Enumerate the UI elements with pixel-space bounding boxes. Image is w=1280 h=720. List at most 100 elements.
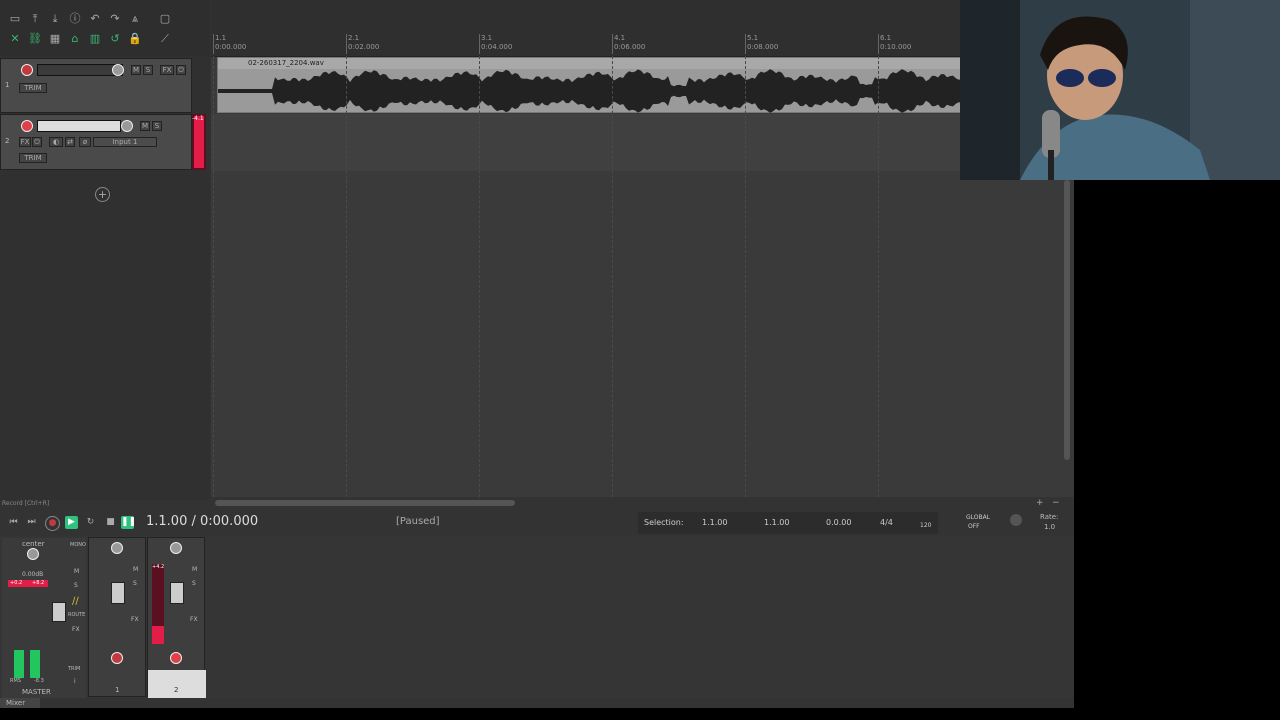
track-name-field[interactable] (37, 64, 123, 76)
selection-start[interactable]: 1.1.00 (702, 518, 727, 527)
mute-button[interactable]: M (131, 65, 141, 75)
fx-button[interactable]: FX (19, 137, 31, 147)
new-project-icon[interactable]: ▭ (8, 12, 22, 26)
master-mono-button[interactable]: MONO (70, 542, 86, 548)
ruler-tick (878, 34, 879, 54)
trim-button[interactable]: TRIM (19, 153, 47, 163)
loop-icon[interactable]: ↺ (108, 32, 122, 46)
mixer-tab[interactable]: Mixer (0, 698, 40, 708)
fx-button[interactable]: FX (160, 65, 174, 75)
bpm-value[interactable]: 120 (920, 522, 931, 529)
ruler-bar-label: 2.1 (348, 34, 360, 42)
master-fx-button[interactable]: FX (72, 626, 80, 633)
ruler-bar-label: 6.1 (880, 34, 892, 42)
selection-length[interactable]: 0.0.00 (826, 518, 851, 527)
strip-number: 2 (174, 686, 179, 694)
master-route-button[interactable]: ROUTE (68, 612, 85, 618)
time-signature[interactable]: 4/4 (880, 518, 893, 527)
solo-button[interactable]: S (152, 121, 162, 131)
lock-icon[interactable]: 🔒 (128, 32, 142, 46)
crossfade-icon[interactable]: ▥ (88, 32, 102, 46)
solo-button[interactable]: S (133, 580, 137, 587)
open-project-icon[interactable]: ⤒ (28, 12, 42, 26)
arrange-view[interactable]: 1.1 0:00.000 2.1 0:02.000 3.1 0:04.000 4.1 0:06… (211, 0, 1074, 497)
grid-icon[interactable]: ▢ (158, 12, 172, 26)
volume-knob[interactable] (112, 64, 124, 76)
selection-end[interactable]: 1.1.00 (764, 518, 789, 527)
ruler-bar-label: 4.1 (614, 34, 626, 42)
global-automation[interactable]: GLOBAL OFF (962, 512, 1000, 532)
stop-button[interactable]: ■ (104, 516, 117, 529)
position-display[interactable]: 1.1.00 / 0:00.000 (146, 514, 258, 529)
pause-button[interactable]: ❚❚ (121, 516, 136, 529)
track-2-header[interactable]: M S FX ⏻ ◐ ⇄ ø Input 1 2 TRIM (0, 114, 192, 170)
redo-icon[interactable]: ↷ (108, 12, 122, 26)
master-pan-label: center (22, 540, 45, 548)
solo-button[interactable]: S (143, 65, 153, 75)
pan-knob[interactable] (111, 542, 123, 554)
rate-knob[interactable] (1010, 514, 1022, 526)
go-to-end-icon[interactable]: ⏭ (25, 516, 38, 529)
pan-knob[interactable] (170, 542, 182, 554)
undo-icon[interactable]: ↶ (88, 12, 102, 26)
master-mute-button[interactable]: M (74, 568, 79, 575)
phase-icon[interactable]: ø (79, 137, 91, 147)
item-grouping-icon[interactable]: ⛓ (28, 32, 42, 46)
master-strip: center 0.00dB +0.2 +8.2 MONO M S ∕∕ ROUT… (2, 538, 86, 698)
routing-icon[interactable]: ⇄ (65, 137, 75, 147)
master-peak-indicator: +0.2 +8.2 (8, 580, 48, 587)
solo-button[interactable]: S (192, 580, 196, 587)
volume-fader[interactable] (111, 582, 125, 604)
ruler-bar-label: 5.1 (747, 34, 759, 42)
vertical-scrollbar[interactable] (1064, 180, 1070, 460)
record-arm-button[interactable] (111, 652, 123, 664)
ruler-time-label: 0:06.000 (614, 43, 646, 51)
rate-value[interactable]: 1.0 (1044, 523, 1055, 531)
volume-knob[interactable] (121, 120, 133, 132)
power-icon[interactable]: ⏻ (32, 137, 42, 147)
project-settings-icon[interactable]: ⓘ (68, 12, 82, 26)
track-1-header[interactable]: M S FX ⏻ 1 TRIM (0, 58, 192, 113)
power-icon[interactable]: ⏻ (176, 65, 186, 75)
repeat-icon[interactable]: ↻ (84, 516, 97, 529)
razor-tool-icon[interactable]: ⟋ (158, 32, 172, 46)
master-trim-button[interactable]: TRIM (68, 666, 80, 672)
monitor-icon[interactable]: ◐ (49, 137, 63, 147)
ripple-edit-icon[interactable]: ✕ (8, 32, 22, 46)
record-arm-button[interactable] (21, 64, 33, 76)
zoom-in-icon[interactable]: + (1036, 498, 1044, 508)
go-to-start-icon[interactable]: ⏮ (7, 516, 20, 529)
horizontal-scrollbar[interactable] (215, 500, 515, 506)
save-project-icon[interactable]: ⤓ (48, 12, 62, 26)
master-automation-icon[interactable]: ∕∕ (72, 596, 82, 608)
input-select[interactable]: Input 1 (93, 137, 157, 147)
track-2-meter: -4.1 (192, 114, 206, 170)
selection-display: Selection: 1.1.00 1.1.00 0.0.00 4/4 120 (638, 512, 938, 534)
mute-button[interactable]: M (133, 566, 138, 573)
metronome-icon[interactable]: ⩓ (128, 12, 142, 26)
trim-button[interactable]: TRIM (19, 83, 47, 93)
master-info-icon[interactable]: i (74, 678, 76, 685)
mute-button[interactable]: M (140, 121, 150, 131)
zoom-out-icon[interactable]: − (1052, 498, 1060, 508)
master-pan-knob[interactable] (27, 548, 39, 560)
meter-level (152, 626, 164, 644)
add-track-icon[interactable]: + (95, 187, 110, 202)
envelope-icon[interactable]: ⌂ (68, 32, 82, 46)
snap-grid-icon[interactable]: ▦ (48, 32, 62, 46)
record-button[interactable]: ● (45, 516, 60, 531)
master-fader[interactable] (52, 602, 66, 622)
fx-button[interactable]: FX (190, 616, 198, 623)
master-solo-button[interactable]: S (74, 582, 78, 589)
record-arm-button[interactable] (170, 652, 182, 664)
volume-fader[interactable] (170, 582, 184, 604)
timeline-ruler[interactable]: 1.1 0:00.000 2.1 0:02.000 3.1 0:04.000 4.1 0:06… (211, 0, 1074, 57)
play-button[interactable]: ▶ (65, 516, 78, 529)
track-2-lane[interactable] (211, 114, 1074, 171)
mute-button[interactable]: M (192, 566, 197, 573)
fx-button[interactable]: FX (131, 616, 139, 623)
record-arm-button[interactable] (21, 120, 33, 132)
record-hint: Record [Ctrl+R] (2, 500, 50, 507)
master-volume[interactable]: 0.00dB (22, 571, 43, 578)
track-name-field[interactable] (37, 120, 121, 132)
